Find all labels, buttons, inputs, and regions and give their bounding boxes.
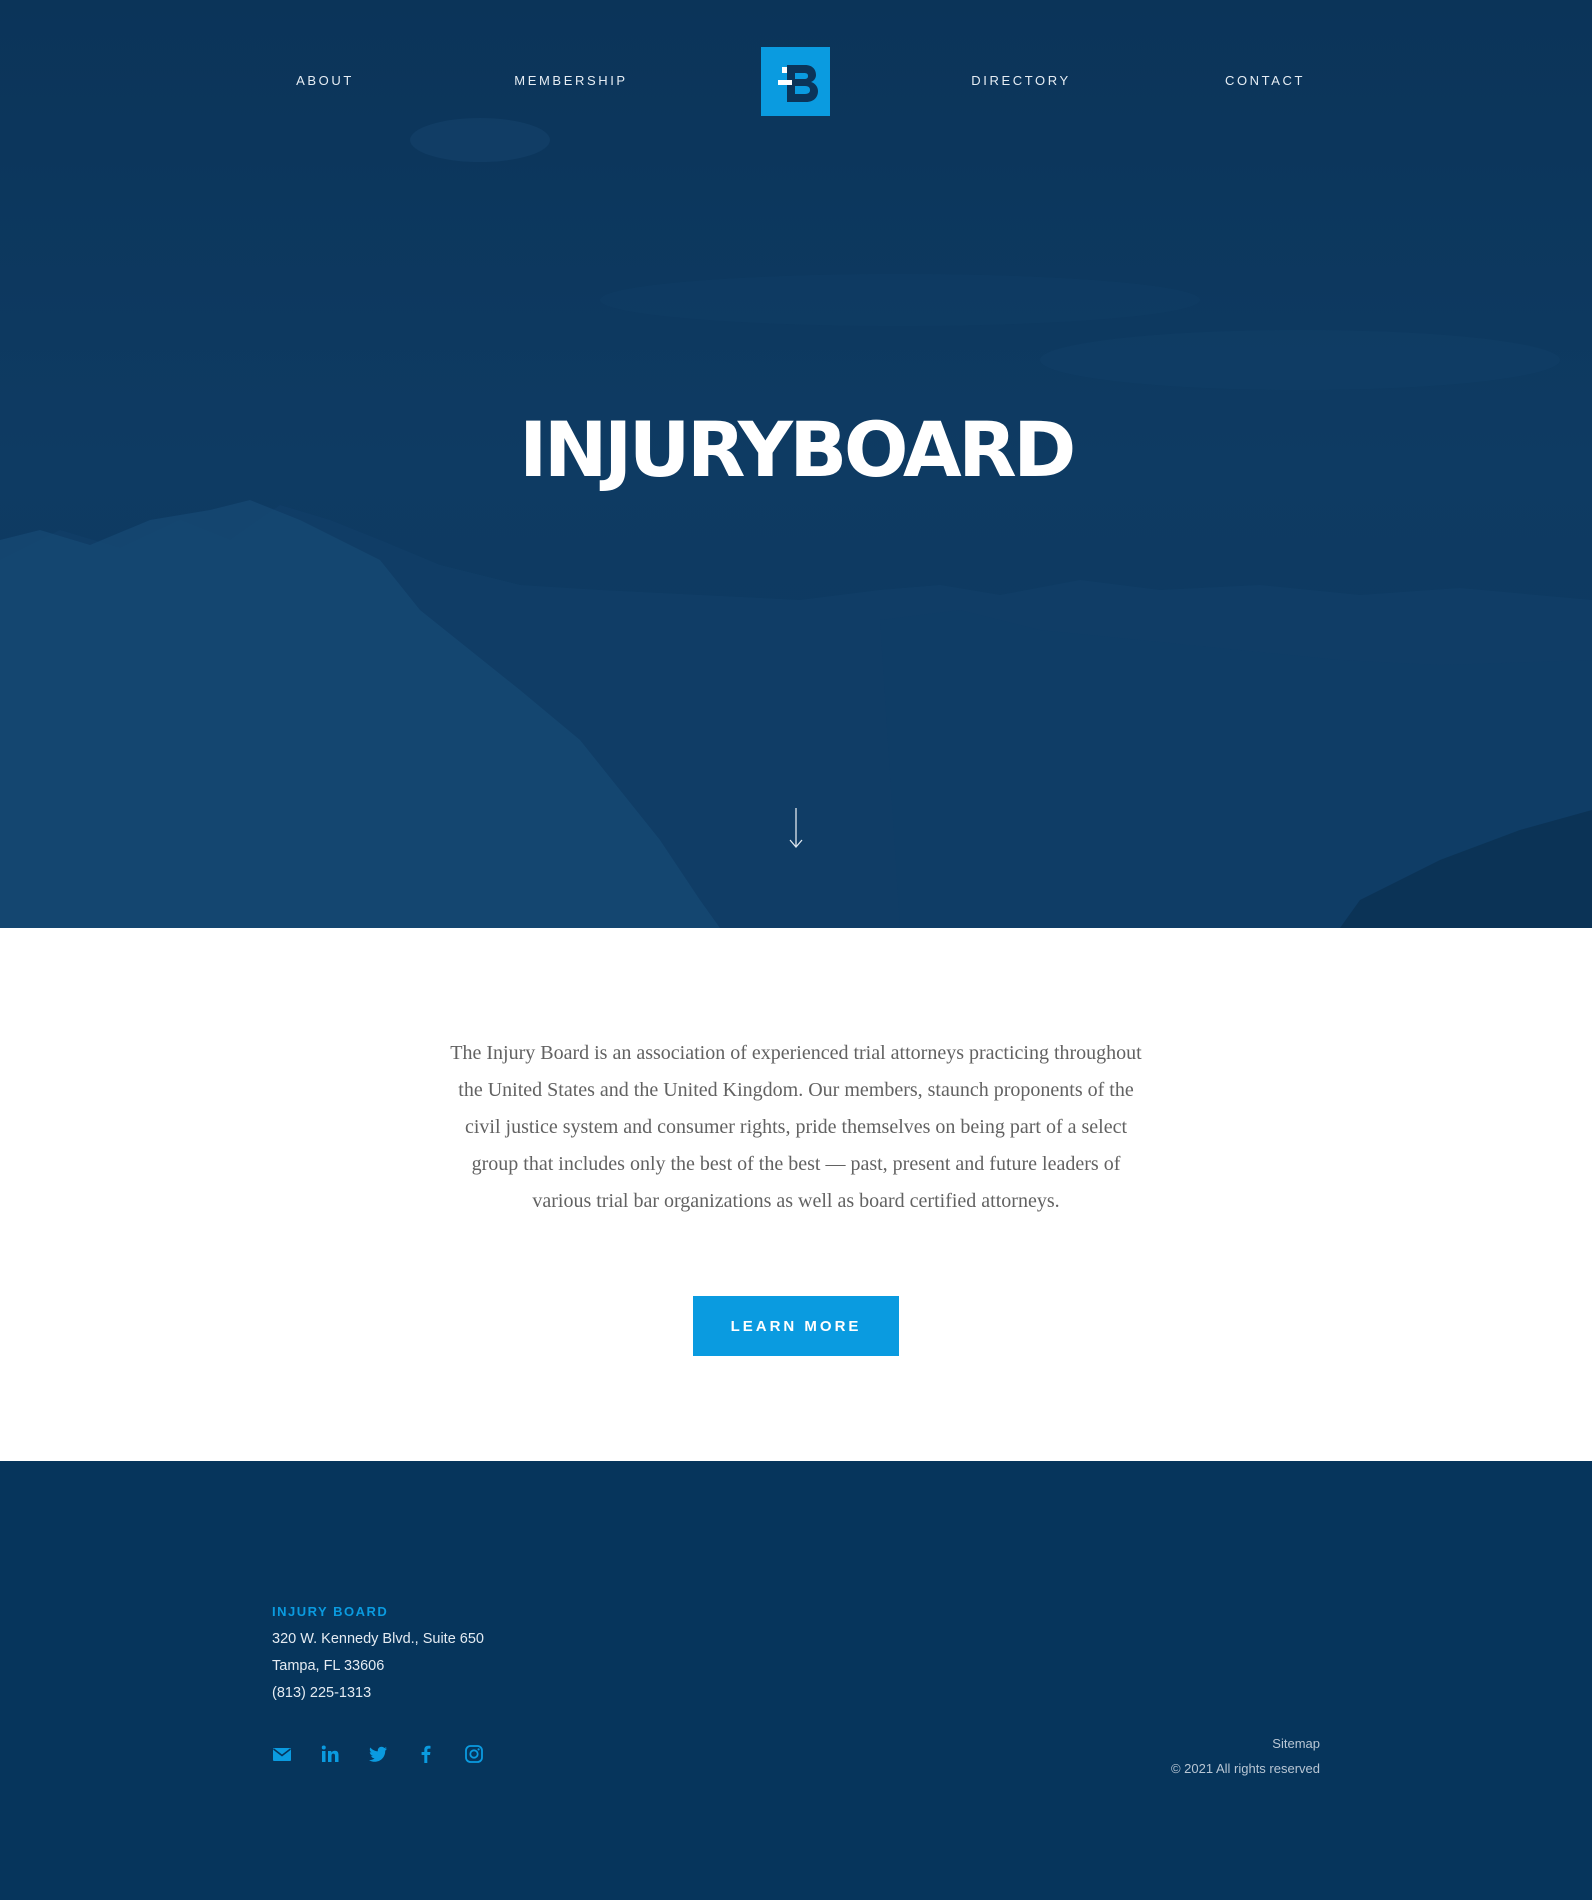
main-nav: About Membership Directory Contact: [0, 0, 1592, 162]
copyright-text: © 2021 All rights reserved: [1170, 1761, 1320, 1776]
scroll-down-arrow-icon[interactable]: [786, 806, 806, 850]
about-description: The Injury Board is an association of ex…: [450, 1042, 1142, 1212]
linkedin-icon[interactable]: [320, 1744, 340, 1764]
footer-address-line2: Tampa, FL 33606: [272, 1658, 385, 1674]
footer-address-line1: 320 W. Kennedy Blvd., Suite 650: [272, 1631, 484, 1647]
injury-board-logo-icon: [761, 47, 830, 116]
footer-brand-name: INJURY BOARD: [272, 1604, 389, 1619]
hero-title: INJURYBOARD: [519, 405, 1076, 494]
logo-home-link[interactable]: [761, 47, 830, 116]
footer-phone: (813) 225-1313: [272, 1685, 372, 1701]
email-icon[interactable]: [272, 1744, 292, 1764]
hero-section: About Membership Directory Contact INJUR…: [0, 0, 1592, 928]
twitter-icon[interactable]: [368, 1744, 388, 1764]
learn-more-button[interactable]: Learn More: [693, 1296, 899, 1356]
nav-link-directory[interactable]: Directory: [971, 73, 1071, 88]
nav-link-membership[interactable]: Membership: [514, 73, 627, 88]
facebook-icon[interactable]: [416, 1744, 436, 1764]
about-section: The Injury Board is an association of ex…: [0, 928, 1592, 1461]
site-footer: INJURY BOARD 320 W. Kennedy Blvd., Suite…: [0, 1461, 1592, 1900]
nav-link-contact[interactable]: Contact: [1225, 73, 1305, 88]
nav-link-about[interactable]: About: [296, 73, 354, 88]
sitemap-link[interactable]: Sitemap: [1272, 1736, 1320, 1751]
instagram-icon[interactable]: [464, 1744, 484, 1764]
